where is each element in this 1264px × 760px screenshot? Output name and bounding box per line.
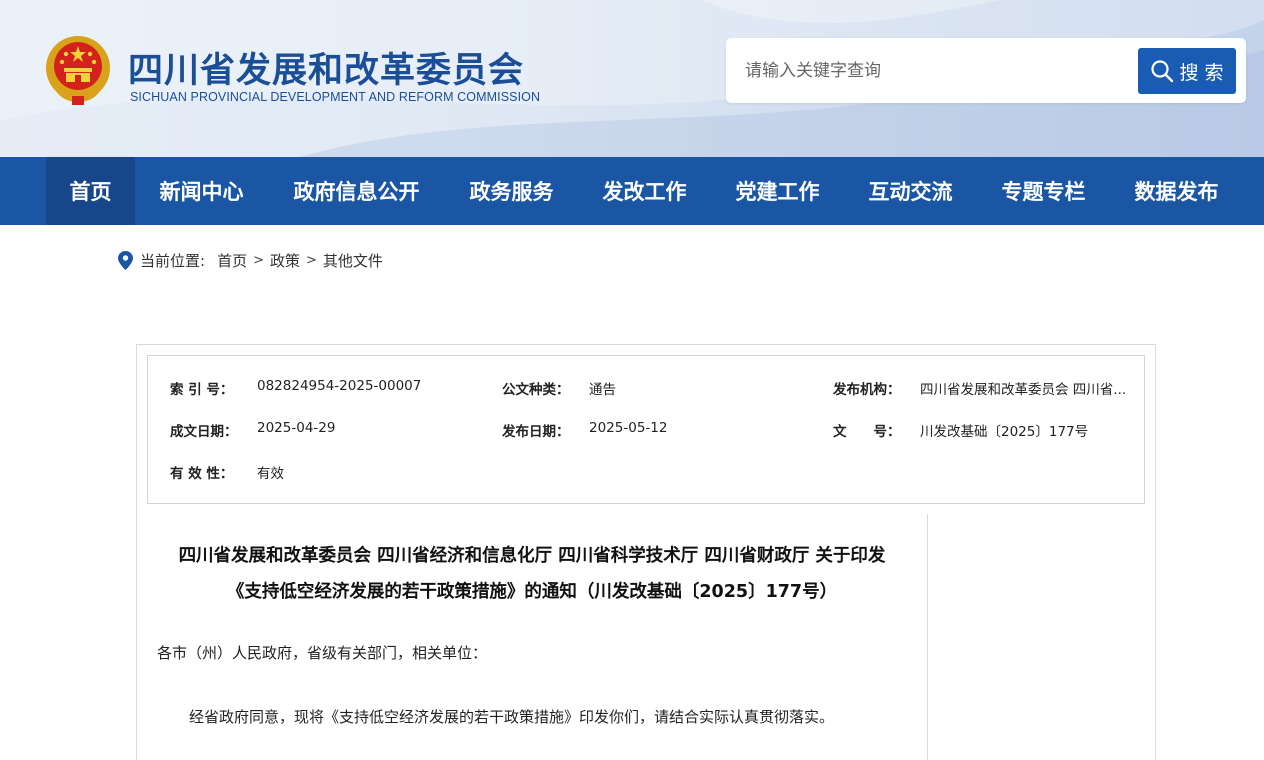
meta-docno-value: 川发改基础〔2025〕177号 [920,424,1089,440]
document-meta-table: 索 引 号： 082824954-2025-00007 公文种类： 通告 发布机… [147,355,1145,504]
national-emblem-icon[interactable] [44,34,112,106]
nav-item-data[interactable]: 数据发布 [1110,157,1243,225]
meta-type-label: 公文种类： [502,382,570,398]
meta-type-value: 通告 [589,382,616,398]
meta-index-value: 082824954-2025-00007 [257,378,422,394]
breadcrumb-policy-link[interactable]: 政策 [270,250,300,271]
meta-created-label: 成文日期： [170,424,238,440]
nav-item-topics[interactable]: 专题专栏 [977,157,1110,225]
meta-validity-value: 有效 [257,466,284,482]
meta-published-label: 发布日期： [502,424,570,440]
breadcrumb-other-files-link[interactable]: 其他文件 [323,250,383,271]
document-title: 四川省发展和改革委员会 四川省经济和信息化厅 四川省科学技术厅 四川省财政厅 关… [150,538,914,610]
meta-validity-label: 有 效 性： [170,466,234,482]
meta-index-label: 索 引 号： [170,382,234,398]
breadcrumb-separator: > [306,252,317,268]
nav-item-news[interactable]: 新闻中心 [135,157,268,225]
search-button[interactable]: 搜 索 [1138,48,1236,94]
site-header: 四川省发展和改革委员会 SICHUAN PROVINCIAL DEVELOPME… [0,0,1264,157]
search-box: 搜 索 [726,38,1246,103]
site-subtitle: SICHUAN PROVINCIAL DEVELOPMENT AND REFOR… [130,90,541,104]
nav-item-work[interactable]: 发改工作 [578,157,711,225]
meta-docno-label: 文 号： [833,424,901,440]
location-pin-icon [118,250,133,270]
meta-created-value: 2025-04-29 [257,420,336,436]
breadcrumb-home-link[interactable]: 首页 [217,250,247,271]
breadcrumb: 当前位置: 首页 > 政策 > 其他文件 [118,249,383,271]
meta-published-value: 2025-05-12 [589,420,668,436]
nav-item-party[interactable]: 党建工作 [711,157,844,225]
nav-item-home[interactable]: 首页 [46,157,135,225]
breadcrumb-prefix: 当前位置: [140,251,206,270]
meta-org-value: 四川省发展和改革委员会 四川省... [920,382,1127,398]
nav-item-gov-info[interactable]: 政府信息公开 [268,157,445,225]
site-title[interactable]: 四川省发展和改革委员会 [128,42,524,93]
document-title-line1: 四川省发展和改革委员会 四川省经济和信息化厅 四川省科学技术厅 四川省财政厅 关… [178,546,886,566]
search-input[interactable] [734,48,1134,94]
meta-org-label: 发布机构： [833,382,901,398]
breadcrumb-separator: > [253,252,264,268]
nav-item-services[interactable]: 政务服务 [445,157,578,225]
column-divider [927,514,928,760]
nav-item-interaction[interactable]: 互动交流 [844,157,977,225]
document-salutation: 各市（州）人民政府，省级有关部门，相关单位： [157,644,488,662]
document-paragraph: 经省政府同意，现将《支持低空经济发展的若干政策措施》印发你们，请结合实际认真贯彻… [189,708,835,726]
search-icon [1151,60,1174,83]
document-title-line2: 《支持低空经济发展的若干政策措施》的通知（川发改基础〔2025〕177号） [226,582,838,602]
main-nav: 首页 新闻中心 政府信息公开 政务服务 发改工作 党建工作 互动交流 专题专栏 … [0,157,1264,225]
search-button-label: 搜 索 [1179,61,1224,84]
